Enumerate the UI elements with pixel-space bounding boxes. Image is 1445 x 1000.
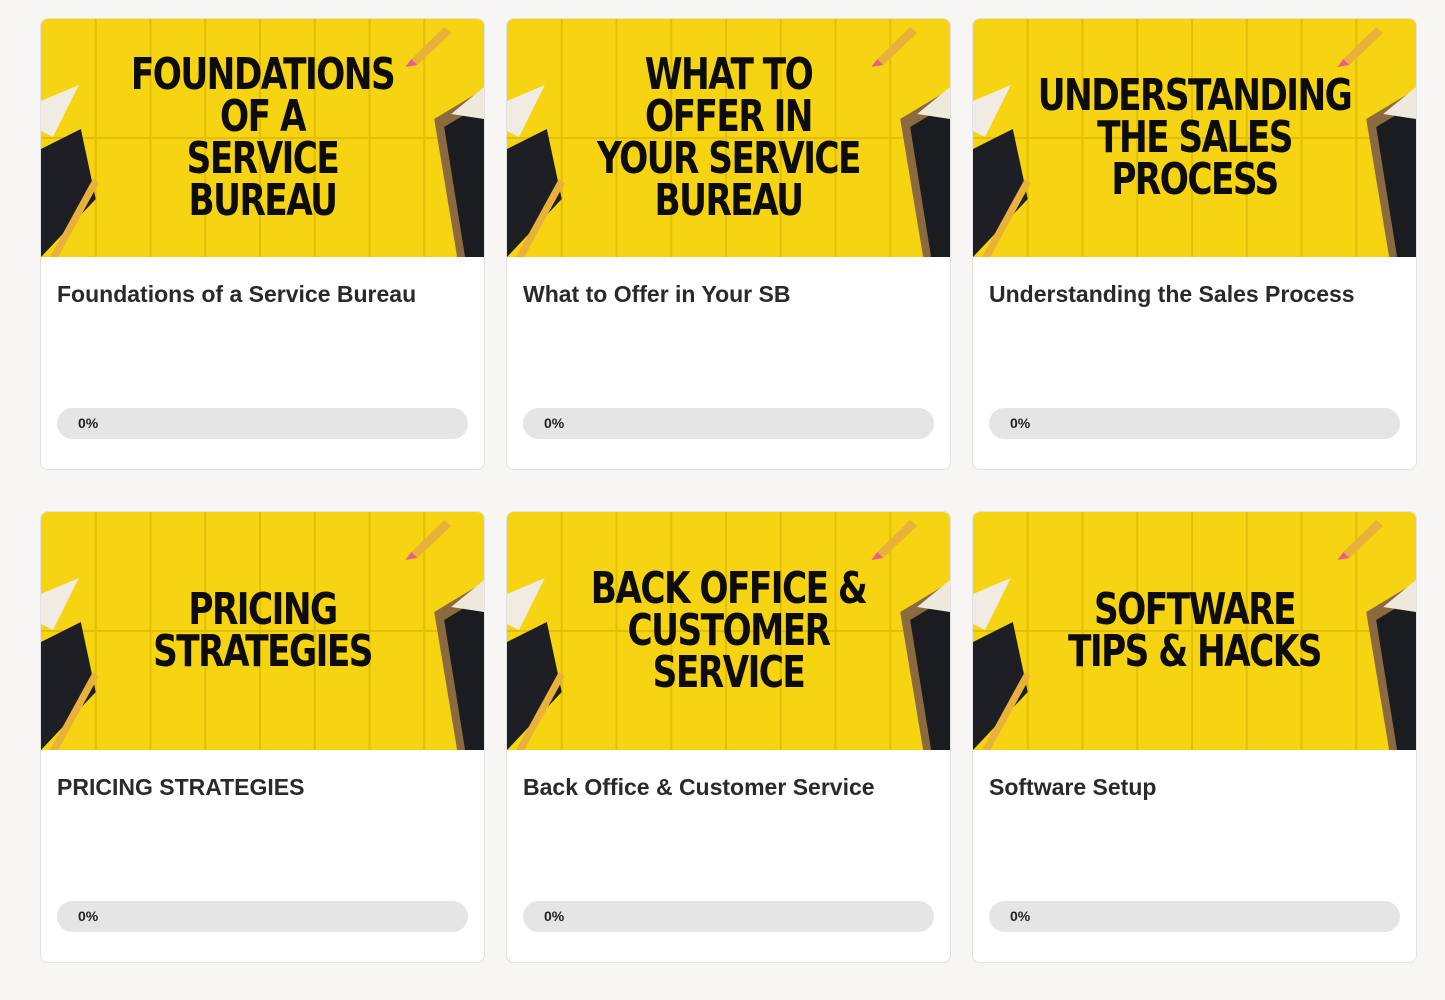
course-title[interactable]: PRICING STRATEGIES xyxy=(57,774,468,801)
course-card-foundations[interactable]: FOUNDATIONS OF A SERVICE BUREAU Foundati… xyxy=(40,18,485,470)
course-banner-text: BACK OFFICE & CUSTOMER SERVICE xyxy=(590,563,868,698)
progress-bar: 0% xyxy=(57,408,468,439)
progress-label: 0% xyxy=(1010,415,1031,431)
progress-bar: 0% xyxy=(989,901,1400,932)
progress-bar: 0% xyxy=(523,901,934,932)
progress-label: 0% xyxy=(78,908,99,924)
course-thumbnail[interactable]: UNDERSTANDING THE SALES PROCESS xyxy=(973,19,1416,257)
progress-bar: 0% xyxy=(523,408,934,439)
course-thumbnail[interactable]: WHAT TO OFFER IN YOUR SERVICE BUREAU xyxy=(507,19,950,257)
course-banner-text: UNDERSTANDING THE SALES PROCESS xyxy=(1037,70,1353,205)
course-banner-text: PRICING STRATEGIES xyxy=(153,584,373,677)
progress-bar: 0% xyxy=(57,901,468,932)
course-title[interactable]: Understanding the Sales Process xyxy=(989,281,1400,308)
course-card-what-to-offer[interactable]: WHAT TO OFFER IN YOUR SERVICE BUREAU Wha… xyxy=(506,18,951,470)
progress-bar: 0% xyxy=(989,408,1400,439)
course-grid: FOUNDATIONS OF A SERVICE BUREAU Foundati… xyxy=(40,18,1417,963)
course-thumbnail[interactable]: FOUNDATIONS OF A SERVICE BUREAU xyxy=(41,19,484,257)
progress-label: 0% xyxy=(544,908,565,924)
course-thumbnail[interactable]: SOFTWARE TIPS & HACKS xyxy=(973,512,1416,750)
course-thumbnail[interactable]: BACK OFFICE & CUSTOMER SERVICE xyxy=(507,512,950,750)
course-title[interactable]: Foundations of a Service Bureau xyxy=(57,281,468,308)
course-title[interactable]: What to Offer in Your SB xyxy=(523,281,934,308)
progress-label: 0% xyxy=(1010,908,1031,924)
progress-label: 0% xyxy=(544,415,565,431)
course-card-pricing[interactable]: PRICING STRATEGIES PRICING STRATEGIES 0% xyxy=(40,511,485,963)
course-title[interactable]: Back Office & Customer Service xyxy=(523,774,934,801)
course-card-sales-process[interactable]: UNDERSTANDING THE SALES PROCESS Understa… xyxy=(972,18,1417,470)
course-banner-text: SOFTWARE TIPS & HACKS xyxy=(1068,584,1323,677)
course-banner-text: WHAT TO OFFER IN YOUR SERVICE BUREAU xyxy=(597,49,861,226)
progress-label: 0% xyxy=(78,415,99,431)
course-thumbnail[interactable]: PRICING STRATEGIES xyxy=(41,512,484,750)
course-card-software[interactable]: SOFTWARE TIPS & HACKS Software Setup 0% xyxy=(972,511,1417,963)
course-banner-text: FOUNDATIONS OF A SERVICE BUREAU xyxy=(130,49,396,226)
course-title[interactable]: Software Setup xyxy=(989,774,1400,801)
course-card-back-office[interactable]: BACK OFFICE & CUSTOMER SERVICE Back Offi… xyxy=(506,511,951,963)
